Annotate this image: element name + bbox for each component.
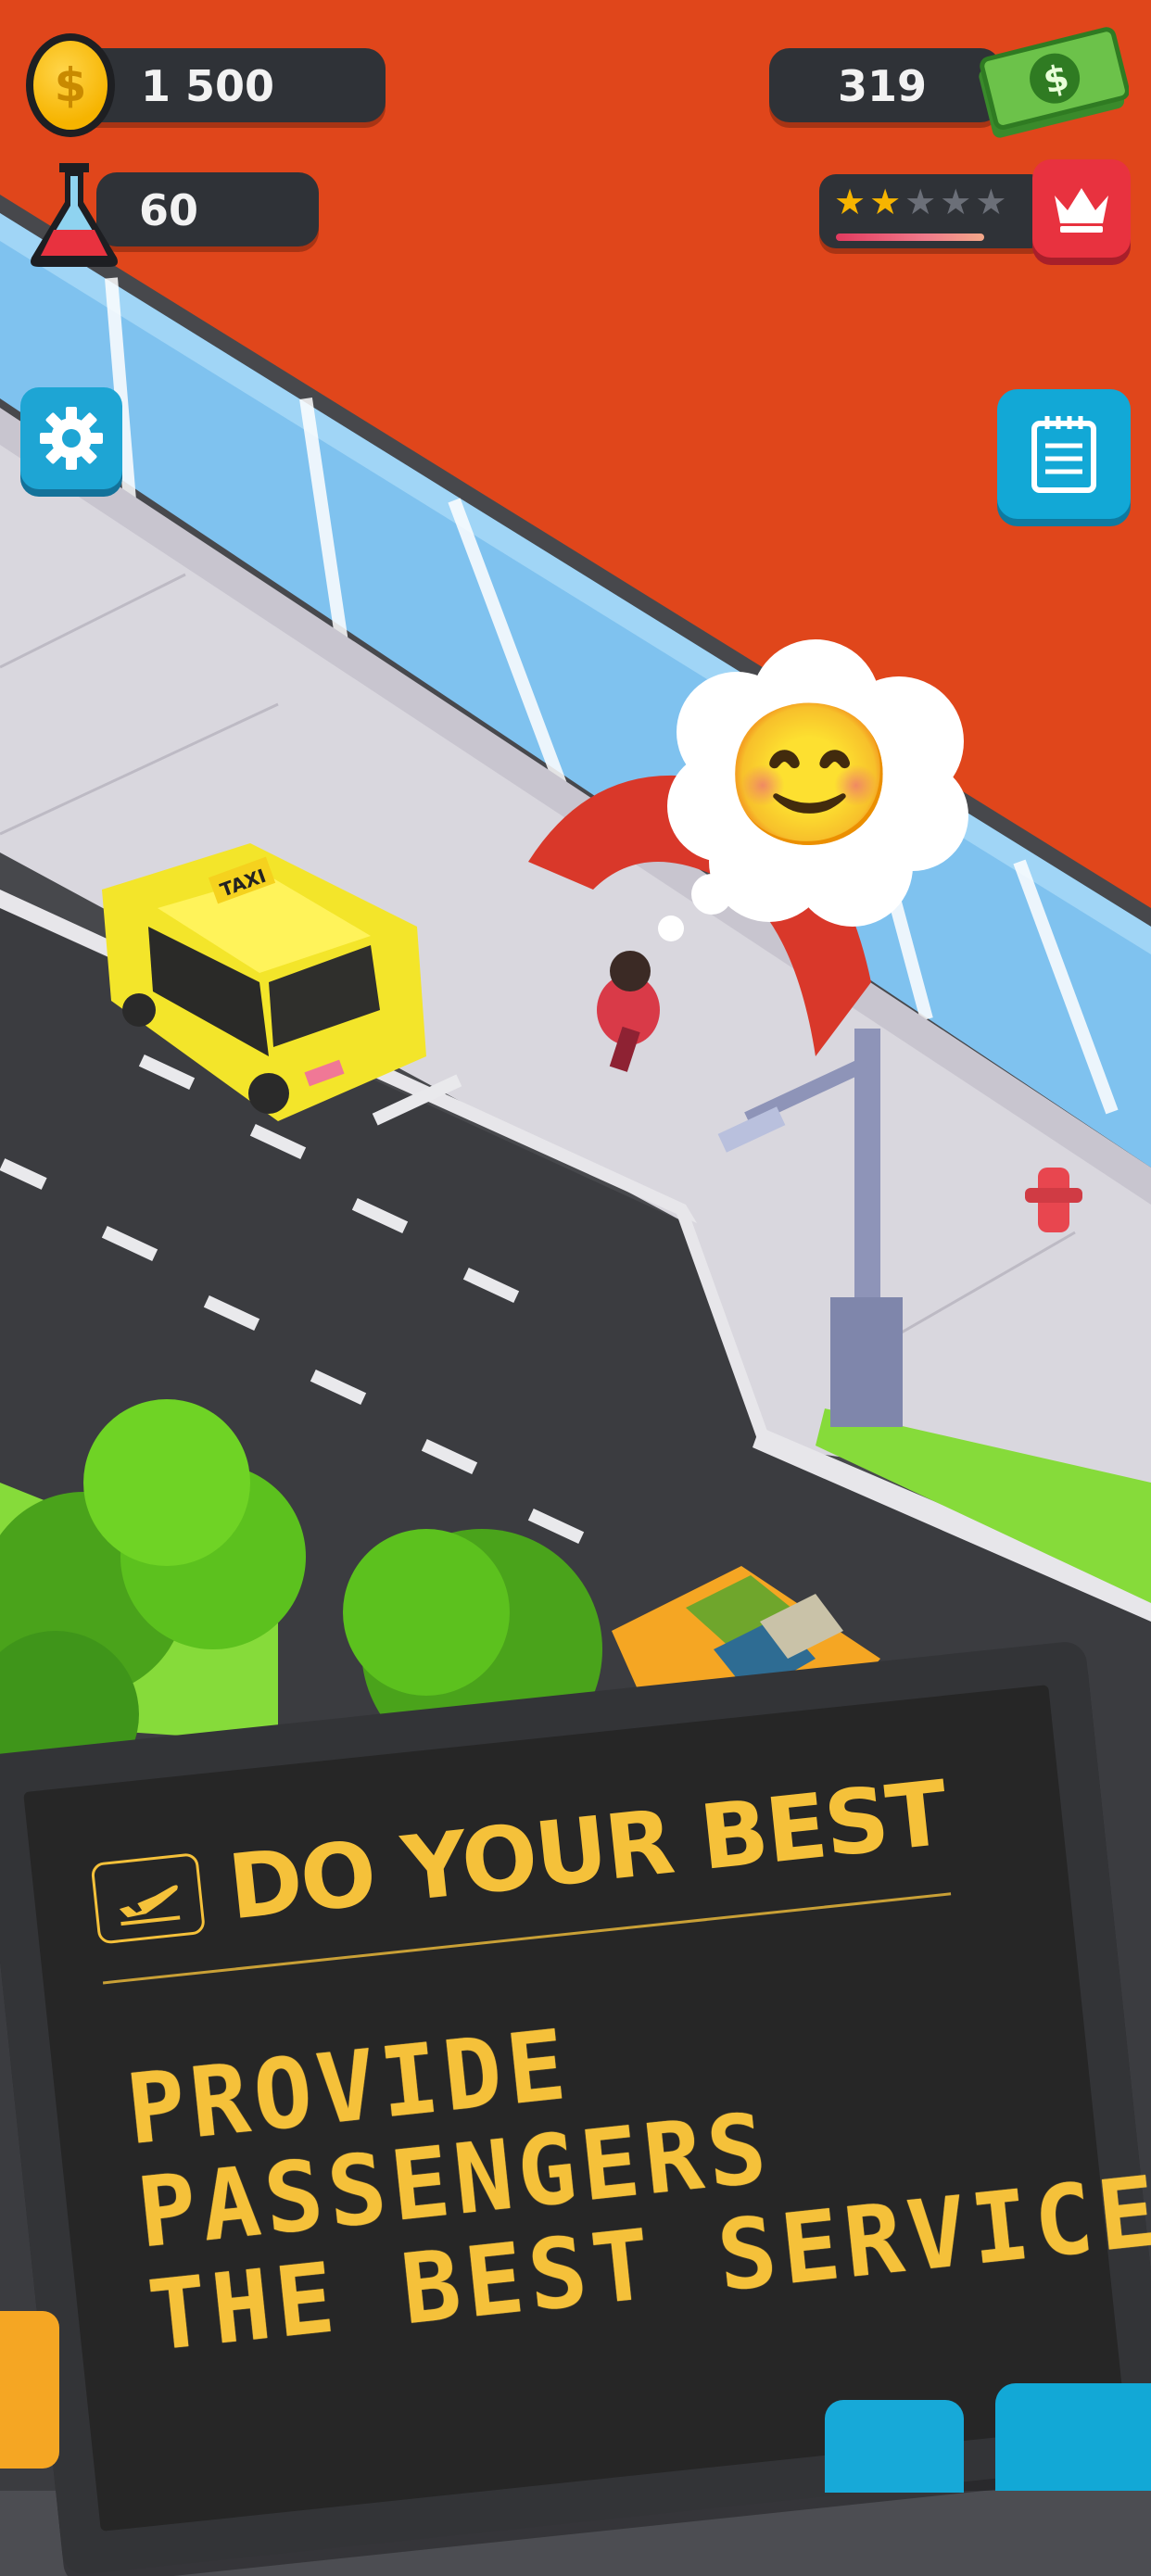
science-counter: 60 bbox=[96, 172, 319, 246]
rating-meter: ★★★★★ bbox=[819, 174, 1047, 248]
board-title: DO YOUR BEST bbox=[223, 1761, 951, 1940]
flask-icon bbox=[31, 163, 118, 267]
rating-progress-bar bbox=[836, 234, 984, 241]
info-board-screen: DO YOUR BEST PROVIDE PASSENGERS THE BEST… bbox=[23, 1685, 1151, 2532]
tasks-button[interactable] bbox=[997, 389, 1131, 519]
star-empty-icon: ★ bbox=[940, 182, 976, 222]
info-board: DO YOUR BEST PROVIDE PASSENGERS THE BEST… bbox=[0, 1639, 1151, 2576]
star-empty-icon: ★ bbox=[904, 182, 941, 222]
smiling-face-icon: 😊 bbox=[723, 697, 896, 852]
science-value: 60 bbox=[139, 185, 199, 235]
cash-counter: 319 bbox=[769, 48, 1001, 122]
coins-value: 1 500 bbox=[141, 61, 275, 111]
gear-icon bbox=[40, 407, 103, 470]
cash-value: 319 bbox=[837, 61, 927, 111]
notepad-icon bbox=[1031, 416, 1096, 493]
crown-button[interactable] bbox=[1032, 159, 1131, 258]
airplane-departure-icon bbox=[90, 1852, 207, 1945]
rating-stars: ★★★★★ bbox=[834, 182, 1010, 222]
star-empty-icon: ★ bbox=[975, 182, 1011, 222]
star-filled-icon: ★ bbox=[869, 182, 905, 222]
coin-icon: $ bbox=[26, 33, 115, 137]
bottom-keyboard-button[interactable] bbox=[825, 2400, 964, 2493]
bottom-build-button[interactable] bbox=[995, 2383, 1151, 2491]
settings-button[interactable] bbox=[20, 387, 122, 489]
bottom-left-button[interactable] bbox=[0, 2311, 59, 2469]
cash-icon: $ bbox=[979, 27, 1129, 138]
crown-icon bbox=[1055, 188, 1108, 233]
star-filled-icon: ★ bbox=[834, 182, 870, 222]
